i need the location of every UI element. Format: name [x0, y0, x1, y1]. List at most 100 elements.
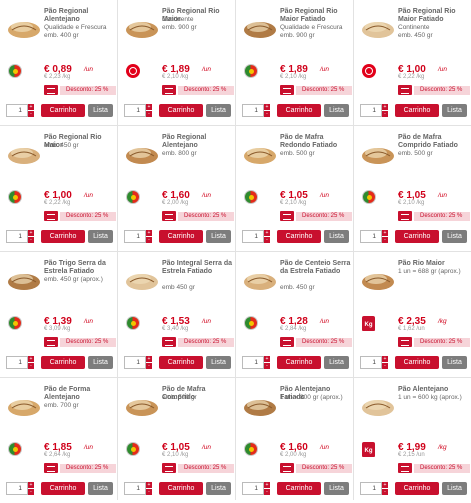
add-to-list-button[interactable]: Lista	[324, 104, 349, 117]
product-image[interactable]	[360, 12, 396, 40]
quantity-input[interactable]: 1	[242, 482, 264, 495]
product-name[interactable]: Pão Alentejano	[398, 386, 470, 394]
quantity-decrease-button[interactable]: -	[382, 237, 388, 243]
quantity-increase-button[interactable]: +	[28, 104, 34, 110]
add-to-cart-button[interactable]: Carrinho	[41, 482, 85, 495]
quantity-decrease-button[interactable]: -	[264, 237, 270, 243]
add-to-list-button[interactable]: Lista	[88, 230, 113, 243]
product-name[interactable]: Pão de Mafra Comprido Fatiado	[398, 134, 470, 150]
add-to-list-button[interactable]: Lista	[206, 356, 231, 369]
quantity-input[interactable]: 1	[6, 230, 28, 243]
quantity-input[interactable]: 1	[124, 104, 146, 117]
product-image[interactable]	[6, 390, 42, 418]
quantity-increase-button[interactable]: +	[264, 104, 270, 110]
add-to-cart-button[interactable]: Carrinho	[395, 356, 439, 369]
quantity-input[interactable]: 1	[6, 356, 28, 369]
quantity-increase-button[interactable]: +	[264, 230, 270, 236]
product-image[interactable]	[6, 12, 42, 40]
quantity-decrease-button[interactable]: -	[382, 489, 388, 495]
product-name[interactable]: Pão Regional Alentejano	[162, 134, 234, 150]
product-image[interactable]	[124, 12, 160, 40]
add-to-cart-button[interactable]: Carrinho	[41, 104, 85, 117]
quantity-decrease-button[interactable]: -	[146, 489, 152, 495]
add-to-cart-button[interactable]: Carrinho	[277, 104, 321, 117]
add-to-list-button[interactable]: Lista	[88, 482, 113, 495]
quantity-decrease-button[interactable]: -	[28, 237, 34, 243]
quantity-increase-button[interactable]: +	[382, 356, 388, 362]
quantity-input[interactable]: 1	[242, 104, 264, 117]
quantity-increase-button[interactable]: +	[28, 356, 34, 362]
add-to-cart-button[interactable]: Carrinho	[395, 482, 439, 495]
quantity-increase-button[interactable]: +	[146, 104, 152, 110]
product-image[interactable]	[124, 138, 160, 166]
quantity-input[interactable]: 1	[124, 230, 146, 243]
product-name[interactable]: Pão Regional Alentejano	[44, 8, 116, 24]
quantity-decrease-button[interactable]: -	[28, 489, 34, 495]
add-to-list-button[interactable]: Lista	[442, 230, 467, 243]
product-image[interactable]	[360, 264, 396, 292]
product-name[interactable]: Pão de Centeio Serra da Estrela Fatiado	[280, 260, 352, 276]
quantity-increase-button[interactable]: +	[28, 230, 34, 236]
quantity-increase-button[interactable]: +	[146, 230, 152, 236]
product-image[interactable]	[360, 390, 396, 418]
add-to-list-button[interactable]: Lista	[88, 356, 113, 369]
quantity-decrease-button[interactable]: -	[146, 237, 152, 243]
add-to-list-button[interactable]: Lista	[206, 482, 231, 495]
product-name[interactable]: Pão de Mafra Redondo Fatiado	[280, 134, 352, 150]
quantity-increase-button[interactable]: +	[146, 482, 152, 488]
product-name[interactable]: Pão Trigo Serra da Estrela Fatiado	[44, 260, 116, 276]
quantity-input[interactable]: 1	[360, 482, 382, 495]
quantity-input[interactable]: 1	[124, 356, 146, 369]
quantity-input[interactable]: 1	[360, 230, 382, 243]
product-name[interactable]: Pão de Forma Alentejano	[44, 386, 116, 402]
product-image[interactable]	[124, 390, 160, 418]
quantity-increase-button[interactable]: +	[264, 482, 270, 488]
product-image[interactable]	[242, 390, 278, 418]
quantity-increase-button[interactable]: +	[264, 356, 270, 362]
add-to-list-button[interactable]: Lista	[324, 356, 349, 369]
quantity-decrease-button[interactable]: -	[28, 111, 34, 117]
add-to-cart-button[interactable]: Carrinho	[159, 104, 203, 117]
add-to-cart-button[interactable]: Carrinho	[159, 482, 203, 495]
product-image[interactable]	[242, 138, 278, 166]
add-to-list-button[interactable]: Lista	[442, 104, 467, 117]
quantity-increase-button[interactable]: +	[28, 482, 34, 488]
quantity-increase-button[interactable]: +	[382, 104, 388, 110]
product-name[interactable]: Pão Regional Rio Maior Fatiado	[398, 8, 470, 24]
add-to-cart-button[interactable]: Carrinho	[41, 356, 85, 369]
quantity-increase-button[interactable]: +	[382, 230, 388, 236]
add-to-cart-button[interactable]: Carrinho	[395, 104, 439, 117]
add-to-cart-button[interactable]: Carrinho	[277, 230, 321, 243]
product-image[interactable]	[124, 264, 160, 292]
quantity-input[interactable]: 1	[242, 230, 264, 243]
quantity-input[interactable]: 1	[6, 104, 28, 117]
product-image[interactable]	[6, 138, 42, 166]
quantity-increase-button[interactable]: +	[382, 482, 388, 488]
add-to-list-button[interactable]: Lista	[324, 230, 349, 243]
add-to-cart-button[interactable]: Carrinho	[41, 230, 85, 243]
product-name[interactable]: Pão Integral Serra da Estrela Fatiado	[162, 260, 234, 276]
quantity-decrease-button[interactable]: -	[28, 363, 34, 369]
quantity-input[interactable]: 1	[6, 482, 28, 495]
add-to-list-button[interactable]: Lista	[324, 482, 349, 495]
quantity-input[interactable]: 1	[360, 356, 382, 369]
add-to-list-button[interactable]: Lista	[206, 104, 231, 117]
quantity-input[interactable]: 1	[360, 104, 382, 117]
quantity-input[interactable]: 1	[242, 356, 264, 369]
quantity-decrease-button[interactable]: -	[382, 111, 388, 117]
add-to-cart-button[interactable]: Carrinho	[159, 230, 203, 243]
product-name[interactable]: Pão Rio Maior	[398, 260, 470, 268]
add-to-cart-button[interactable]: Carrinho	[277, 482, 321, 495]
quantity-decrease-button[interactable]: -	[382, 363, 388, 369]
product-image[interactable]	[242, 264, 278, 292]
product-image[interactable]	[360, 138, 396, 166]
product-name[interactable]: Pão Regional Rio Maior Fatiado	[280, 8, 352, 24]
quantity-decrease-button[interactable]: -	[264, 363, 270, 369]
quantity-decrease-button[interactable]: -	[264, 111, 270, 117]
add-to-list-button[interactable]: Lista	[88, 104, 113, 117]
add-to-cart-button[interactable]: Carrinho	[277, 356, 321, 369]
add-to-list-button[interactable]: Lista	[442, 356, 467, 369]
add-to-cart-button[interactable]: Carrinho	[159, 356, 203, 369]
add-to-cart-button[interactable]: Carrinho	[395, 230, 439, 243]
quantity-decrease-button[interactable]: -	[264, 489, 270, 495]
